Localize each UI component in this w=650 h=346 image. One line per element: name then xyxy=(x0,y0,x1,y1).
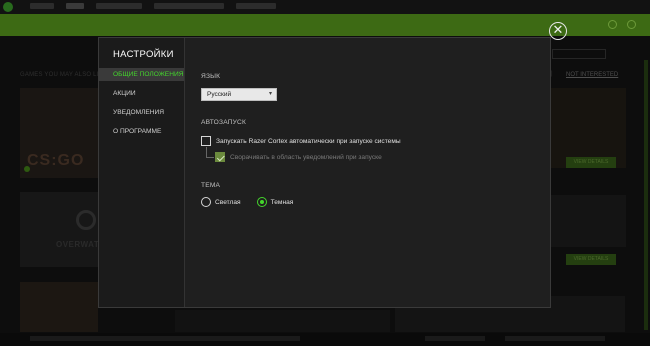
bg-csgo-logo: CS:GO xyxy=(27,152,85,169)
minimize-to-tray-checkbox[interactable] xyxy=(215,152,225,162)
bg-installed-dot xyxy=(24,166,30,172)
launch-on-startup-label: Запускать Razer Cortex автоматически при… xyxy=(216,137,401,145)
autostart-section-title: АВТОЗАПУСК xyxy=(201,119,247,126)
language-select[interactable]: Русский ▾ xyxy=(201,88,277,101)
theme-light-radio[interactable] xyxy=(201,197,211,207)
bg-view-details-button-2: VIEW DETAILS xyxy=(566,254,616,265)
close-icon: ✕ xyxy=(552,22,564,37)
bg-not-interested-link: NOT INTERESTED xyxy=(566,72,619,78)
sidebar-item-notifications[interactable]: УВЕДОМЛЕНИЯ xyxy=(99,106,184,119)
theme-options: Светлая Темная xyxy=(201,197,309,207)
bg-card-right-2 xyxy=(551,195,626,247)
theme-section-title: ТЕМА xyxy=(201,182,221,189)
settings-content: ЯЗЫК Русский ▾ АВТОЗАПУСК Запускать Raze… xyxy=(185,38,550,307)
settings-title: НАСТРОЙКИ xyxy=(113,49,174,60)
sidebar-item-promotions[interactable]: АКЦИИ xyxy=(99,87,184,100)
close-button[interactable]: ✕ xyxy=(549,22,567,40)
minimize-to-tray-row: Сворачивать в область уведомлений при за… xyxy=(215,152,382,162)
app-titlebar xyxy=(0,0,650,14)
language-section-title: ЯЗЫК xyxy=(201,73,221,80)
sidebar-item-about[interactable]: О ПРОГРАММЕ xyxy=(99,125,184,138)
bg-separator: | xyxy=(551,71,553,77)
launch-on-startup-row: Запускать Razer Cortex автоматически при… xyxy=(201,136,401,146)
bg-scrollbar xyxy=(644,60,648,330)
bg-description-block xyxy=(175,310,390,332)
theme-light-label: Светлая xyxy=(215,198,241,206)
overwatch-logo-icon xyxy=(76,210,96,230)
launch-on-startup-checkbox[interactable] xyxy=(201,136,211,146)
settings-dialog: НАСТРОЙКИ ОБЩИЕ ПОЛОЖЕНИЯ АКЦИИ УВЕДОМЛЕ… xyxy=(98,37,551,308)
theme-dark-label: Темная xyxy=(270,198,294,206)
bg-section-label: GAMES YOU MAY ALSO LIKE xyxy=(20,72,107,78)
theme-dark-radio[interactable] xyxy=(256,197,267,207)
tree-connector xyxy=(206,147,214,158)
bg-view-details-button: VIEW DETAILS xyxy=(566,157,616,168)
top-tabs xyxy=(30,3,276,9)
bg-card-3 xyxy=(20,282,98,332)
bg-sort-dropdown xyxy=(552,49,606,59)
user-icon[interactable] xyxy=(627,20,636,29)
razer-logo-icon xyxy=(3,2,13,12)
chevron-down-icon: ▾ xyxy=(268,91,272,97)
bg-status-bar xyxy=(0,333,650,346)
language-select-value: Русский xyxy=(207,91,232,98)
bg-card-right-1 xyxy=(551,88,626,168)
search-icon[interactable] xyxy=(608,20,617,29)
settings-sidebar: НАСТРОЙКИ ОБЩИЕ ПОЛОЖЕНИЯ АКЦИИ УВЕДОМЛЕ… xyxy=(99,38,185,307)
sidebar-item-general[interactable]: ОБЩИЕ ПОЛОЖЕНИЯ xyxy=(99,68,184,81)
minimize-to-tray-label: Сворачивать в область уведомлений при за… xyxy=(230,153,382,161)
